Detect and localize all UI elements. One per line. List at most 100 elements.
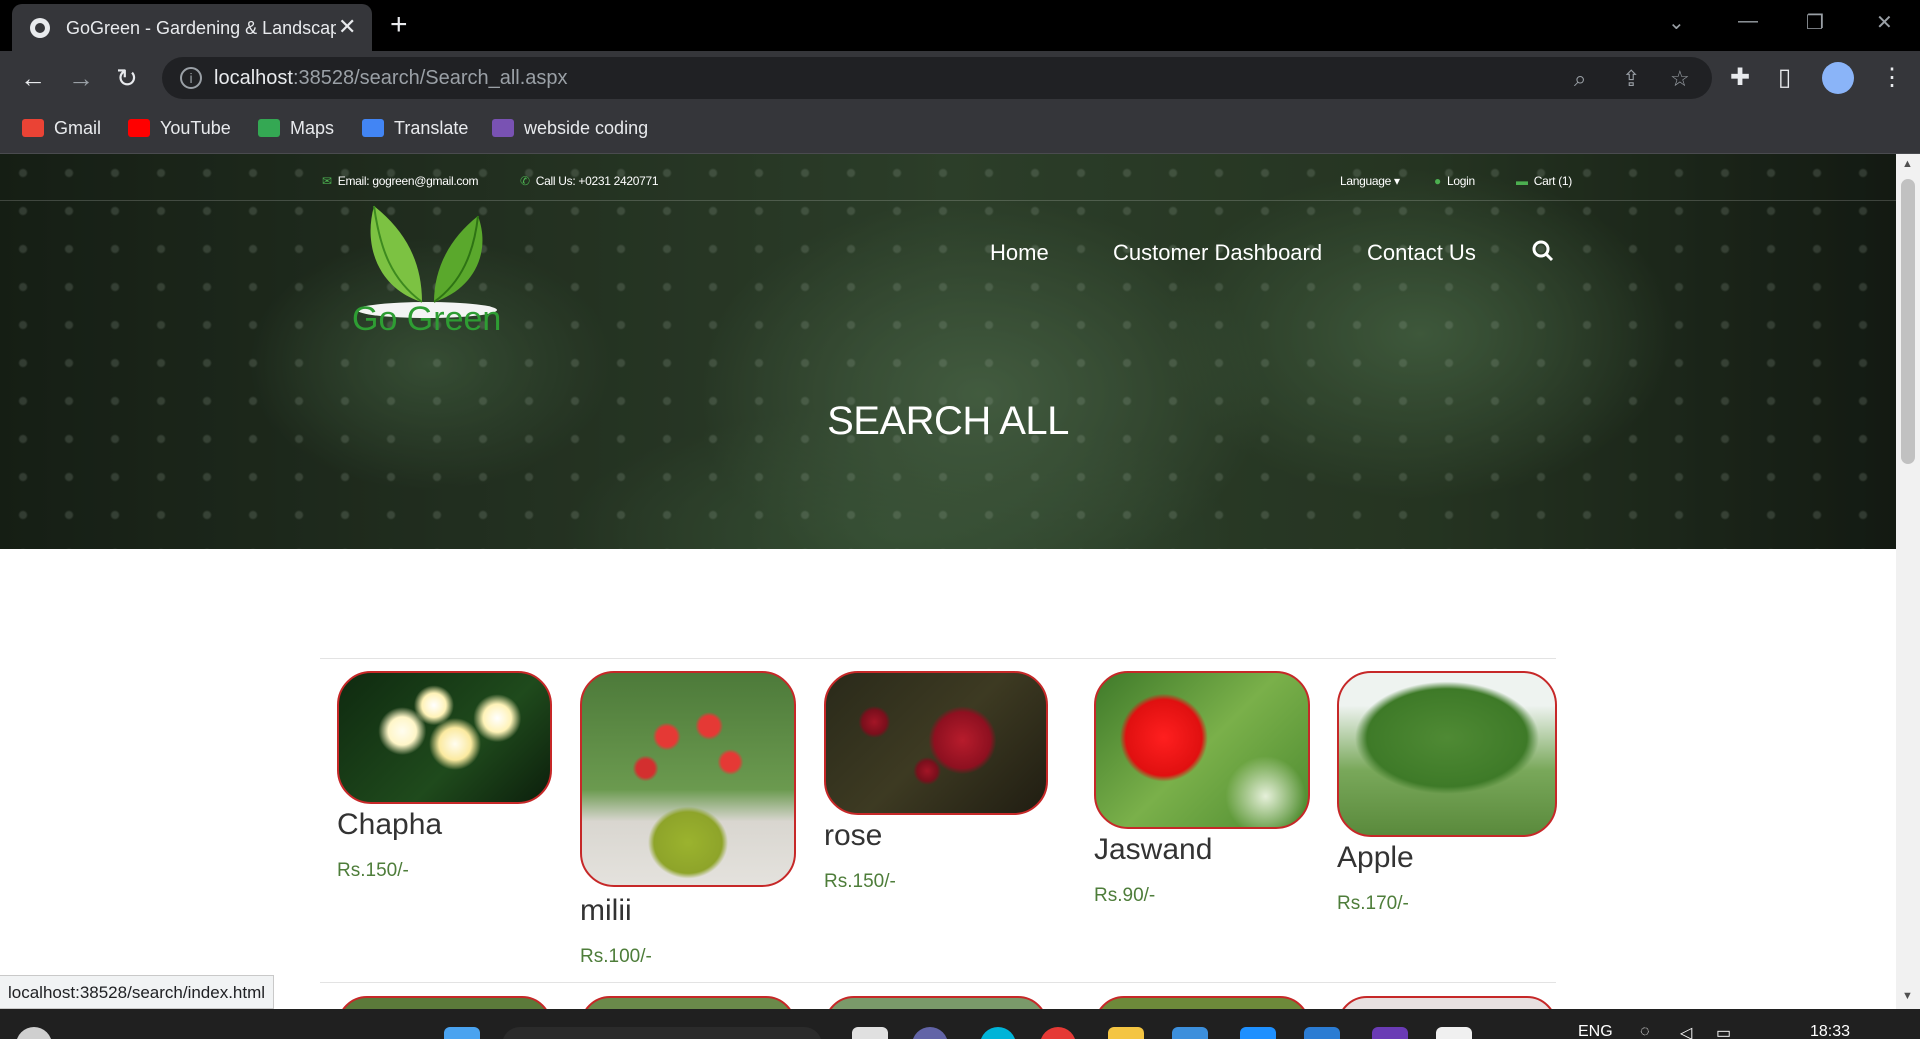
page-scrollbar[interactable]: ▲ ▼ — [1896, 154, 1920, 1009]
topbar-phone[interactable]: ✆ Call Us: +0231 2420771 — [520, 174, 659, 188]
teams-icon[interactable] — [912, 1027, 948, 1039]
grid-row-divider — [320, 982, 1556, 983]
page-viewport: ✉ Email: gogreen@gmail.com ✆ Call Us: +023… — [0, 154, 1896, 1009]
taskbar-search-box[interactable] — [502, 1027, 822, 1039]
window-close-icon[interactable]: ✕ — [1876, 10, 1893, 35]
tab-close-icon[interactable]: ✕ — [338, 14, 356, 40]
profile-avatar[interactable] — [1822, 62, 1854, 94]
input-language[interactable]: ENG — [1578, 1023, 1613, 1039]
translate-icon — [362, 119, 384, 137]
nav-customer-dashboard[interactable]: Customer Dashboard — [1113, 240, 1322, 266]
task-view-icon[interactable] — [852, 1027, 888, 1039]
mail-icon[interactable] — [1240, 1027, 1276, 1039]
browser-tab[interactable]: GoGreen - Gardening & Landscap ✕ — [12, 4, 372, 51]
cortana-icon[interactable] — [980, 1027, 1016, 1039]
product-name[interactable]: Apple — [1337, 841, 1414, 875]
hero-background-image — [0, 154, 1896, 549]
file-explorer-icon[interactable] — [1108, 1027, 1144, 1039]
product-name[interactable]: Chapha — [337, 808, 442, 842]
product-image-rose[interactable] — [824, 671, 1048, 815]
nav-home[interactable]: Home — [990, 240, 1049, 266]
minimize-icon[interactable]: — — [1738, 10, 1758, 33]
scroll-down-arrow-icon[interactable]: ▼ — [1902, 990, 1913, 1002]
store-icon[interactable] — [1172, 1027, 1208, 1039]
nav-contact-us[interactable]: Contact Us — [1367, 240, 1476, 266]
back-icon[interactable]: ← — [20, 63, 46, 94]
tab-search-icon[interactable]: ⌄ — [1668, 10, 1685, 35]
grid-top-divider — [320, 658, 1556, 659]
cart-icon: ▬ — [1516, 174, 1528, 188]
zoom-icon[interactable]: ⌕ — [1574, 66, 1586, 92]
product-image[interactable] — [1337, 996, 1557, 1009]
volume-icon[interactable]: ◁ — [1680, 1023, 1692, 1039]
product-name[interactable]: rose — [824, 819, 882, 853]
product-image[interactable] — [580, 996, 796, 1009]
logo-text[interactable]: Go Green — [352, 300, 501, 339]
restore-icon[interactable]: ❐ — [1806, 10, 1824, 35]
bootstrap-icon — [492, 119, 514, 137]
phone-icon: ✆ — [520, 174, 530, 188]
share-icon[interactable]: ⇪ — [1622, 66, 1640, 92]
link-status-tooltip: localhost:38528/search/index.html — [0, 975, 275, 1009]
url-text[interactable]: localhost:38528/search/Search_all.aspx — [214, 67, 568, 90]
product-image[interactable] — [1094, 996, 1310, 1009]
product-image-chapha[interactable] — [337, 671, 552, 804]
calendar-icon[interactable] — [1436, 1027, 1472, 1039]
product-image[interactable] — [824, 996, 1048, 1009]
hero-banner — [0, 154, 1896, 549]
product-image-apple[interactable] — [1337, 671, 1557, 837]
product-price: Rs.170/- — [1337, 893, 1409, 914]
product-price: Rs.150/- — [337, 860, 409, 881]
topbar-email[interactable]: ✉ Email: gogreen@gmail.com — [322, 174, 478, 188]
page-title: SEARCH ALL — [827, 399, 1069, 443]
address-bar[interactable]: i localhost:38528/search/Search_all.aspx… — [162, 57, 1712, 99]
reload-icon[interactable]: ↻ — [116, 63, 138, 94]
bookmark-youtube[interactable]: YouTube — [128, 118, 231, 139]
forward-icon[interactable]: → — [68, 63, 94, 94]
product-price: Rs.100/- — [580, 946, 652, 967]
login-link[interactable]: ● Login — [1434, 174, 1475, 188]
product-image[interactable] — [337, 996, 552, 1009]
weather-widget-icon[interactable] — [16, 1027, 52, 1039]
word-icon[interactable] — [1304, 1027, 1340, 1039]
network-icon[interactable]: ◌ — [1640, 1023, 1650, 1039]
cart-link[interactable]: ▬ Cart (1) — [1516, 174, 1572, 188]
clock-time[interactable]: 18:33 — [1810, 1023, 1850, 1039]
tab-title: GoGreen - Gardening & Landscap — [66, 18, 336, 38]
product-price: Rs.150/- — [824, 871, 896, 892]
language-dropdown[interactable]: Language ▾ — [1340, 174, 1400, 188]
bookmark-webside-coding[interactable]: webside coding — [492, 118, 648, 139]
product-name[interactable]: Jaswand — [1094, 833, 1212, 867]
menu-kebab-icon[interactable]: ⋮ — [1880, 63, 1904, 92]
new-tab-button[interactable]: + — [390, 8, 408, 42]
browser-toolbar: ← → ↻ i localhost:38528/search/Search_al… — [0, 51, 1920, 106]
product-price: Rs.90/- — [1094, 885, 1156, 906]
product-name[interactable]: milii — [580, 894, 632, 928]
search-icon[interactable] — [1532, 240, 1554, 262]
extensions-icon[interactable]: ✚ — [1730, 63, 1750, 92]
start-icon[interactable] — [444, 1027, 480, 1039]
envelope-icon: ✉ — [322, 174, 332, 188]
bookmarks-bar: Gmail YouTube Maps Translate webside cod… — [0, 106, 1920, 154]
scroll-up-arrow-icon[interactable]: ▲ — [1902, 158, 1913, 170]
product-image-milii[interactable] — [580, 671, 796, 887]
product-image-jaswand[interactable] — [1094, 671, 1310, 829]
maps-icon — [258, 119, 280, 137]
bookmark-maps[interactable]: Maps — [258, 118, 334, 139]
topbar-divider — [0, 200, 1896, 201]
browser-tab-strip: GoGreen - Gardening & Landscap ✕ + ⌄ — ❐… — [0, 0, 1920, 51]
scrollbar-thumb[interactable] — [1901, 179, 1915, 464]
chrome-icon[interactable] — [1040, 1027, 1076, 1039]
windows-taskbar: ENG ◌ ◁ ▭ 18:33 — [0, 1009, 1920, 1039]
youtube-icon — [128, 119, 150, 137]
bookmark-gmail[interactable]: Gmail — [22, 118, 101, 139]
site-info-icon[interactable]: i — [180, 67, 202, 89]
visual-studio-icon[interactable] — [1372, 1027, 1408, 1039]
gmail-icon — [22, 119, 44, 137]
bookmark-translate[interactable]: Translate — [362, 118, 468, 139]
user-icon: ● — [1434, 174, 1441, 188]
bookmark-star-icon[interactable]: ☆ — [1670, 66, 1690, 92]
side-panel-icon[interactable]: ▯ — [1778, 63, 1791, 92]
globe-icon — [30, 18, 50, 38]
battery-icon[interactable]: ▭ — [1716, 1023, 1731, 1039]
